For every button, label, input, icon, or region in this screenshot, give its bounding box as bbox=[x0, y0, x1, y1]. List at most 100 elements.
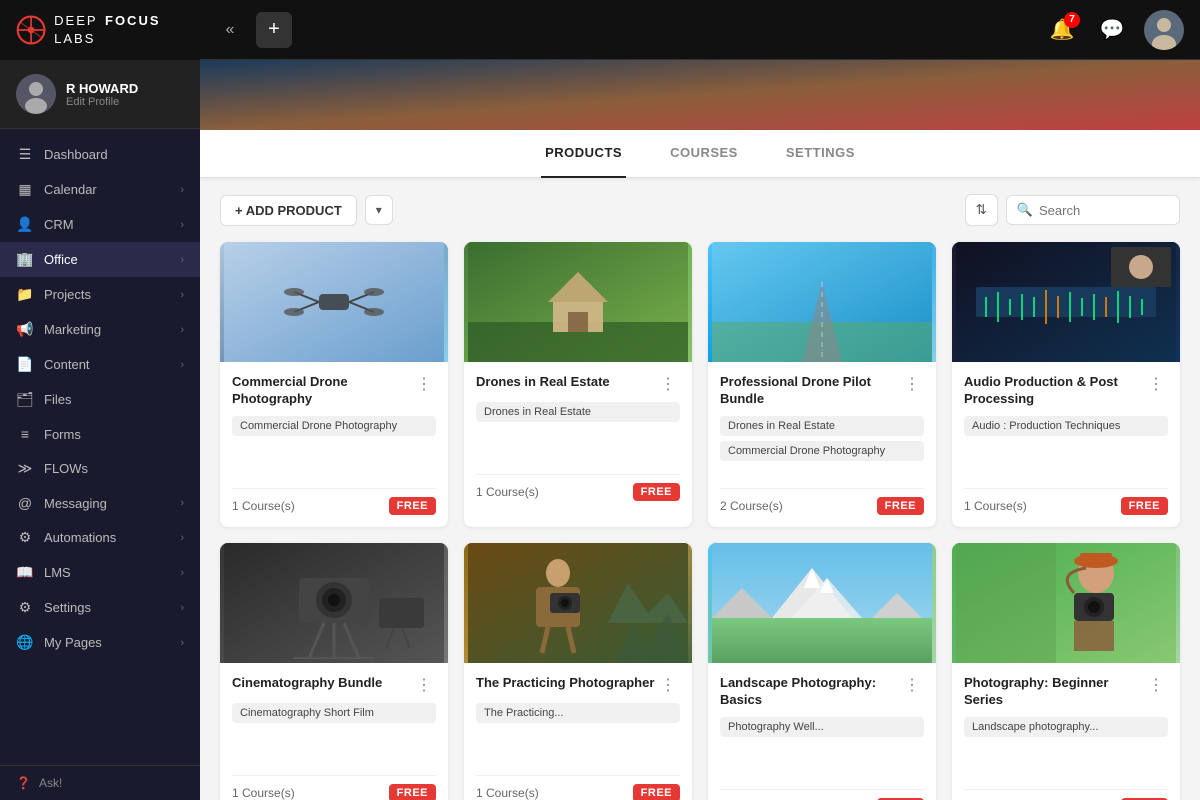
product-tag: The Practicing... bbox=[476, 703, 680, 723]
product-menu-button[interactable]: ⋮ bbox=[412, 675, 436, 695]
sort-button[interactable]: ⇅ bbox=[965, 194, 998, 226]
profile-edit-link[interactable]: Edit Profile bbox=[66, 96, 184, 108]
product-tag: Drones in Real Estate bbox=[476, 402, 680, 422]
product-tag: Landscape photography... bbox=[964, 717, 1168, 737]
my-pages-icon: 🌐 bbox=[16, 634, 34, 651]
sidebar-item-office[interactable]: 🏢 Office › bbox=[0, 242, 200, 277]
sidebar-item-label-files: Files bbox=[44, 392, 71, 407]
tab-settings[interactable]: SETTINGS bbox=[782, 130, 859, 178]
filter-dropdown-button[interactable]: ▾ bbox=[365, 195, 393, 225]
sidebar-item-files[interactable]: 🗂 Files bbox=[0, 382, 200, 417]
sidebar-item-label-settings: Settings bbox=[44, 600, 91, 615]
product-footer: 1 Course(s) FREE bbox=[720, 789, 924, 800]
sidebar-item-content[interactable]: 📄 Content › bbox=[0, 347, 200, 382]
dashboard-icon: ☰ bbox=[16, 146, 34, 163]
product-footer: 1 Course(s) FREE bbox=[476, 474, 680, 501]
sidebar-item-label-lms: LMS bbox=[44, 565, 71, 580]
tab-products[interactable]: PRODUCTS bbox=[541, 130, 626, 178]
add-product-label: + ADD PRODUCT bbox=[235, 203, 342, 218]
notification-badge: 7 bbox=[1064, 12, 1080, 28]
sidebar-item-projects[interactable]: 📁 Projects › bbox=[0, 277, 200, 312]
profile-name: R HOWARD bbox=[66, 81, 184, 96]
quick-add-button[interactable]: + bbox=[256, 12, 292, 48]
chevron-icon: › bbox=[180, 254, 184, 266]
product-card-commercial-drone: Commercial Drone Photography ⋮ Commercia… bbox=[220, 242, 448, 527]
product-card-audio-production: Audio Production & Post Processing ⋮ Aud… bbox=[952, 242, 1180, 527]
product-footer: 1 Course(s) FREE bbox=[232, 775, 436, 800]
product-menu-button[interactable]: ⋮ bbox=[1144, 374, 1168, 394]
sidebar-item-crm[interactable]: 👤 CRM › bbox=[0, 207, 200, 242]
sidebar-item-label-projects: Projects bbox=[44, 287, 91, 302]
logo-prefix: DEEP bbox=[54, 13, 97, 28]
product-tag: Drones in Real Estate bbox=[720, 416, 924, 436]
sidebar-item-settings[interactable]: ⚙ Settings › bbox=[0, 590, 200, 625]
product-footer: 1 Course(s) FREE bbox=[232, 488, 436, 515]
chevron-down-icon: ▾ bbox=[376, 203, 382, 217]
product-menu-button[interactable]: ⋮ bbox=[656, 374, 680, 394]
notifications-button[interactable]: 🔔 7 bbox=[1044, 12, 1080, 48]
user-avatar-topbar[interactable] bbox=[1144, 10, 1184, 50]
ask-button[interactable]: ❓ Ask! bbox=[0, 765, 200, 800]
sidebar-item-forms[interactable]: ≡ Forms bbox=[0, 417, 200, 451]
sidebar-item-dashboard[interactable]: ☰ Dashboard bbox=[0, 137, 200, 172]
product-menu-button[interactable]: ⋮ bbox=[412, 374, 436, 394]
product-title: Audio Production & Post Processing bbox=[964, 374, 1144, 408]
logo-brand: FOCUS bbox=[105, 13, 161, 28]
collapse-sidebar-button[interactable]: « bbox=[216, 16, 244, 44]
sidebar-item-label-crm: CRM bbox=[44, 217, 74, 232]
sidebar: DEEP FOCUS LABS R HOWARD Edit Profile ☰ … bbox=[0, 0, 200, 800]
files-icon: 🗂 bbox=[16, 391, 34, 408]
courses-count: 1 Course(s) bbox=[964, 499, 1027, 513]
product-tags: Commercial Drone Photography bbox=[232, 416, 436, 476]
courses-count: 2 Course(s) bbox=[720, 499, 783, 513]
content-icon: 📄 bbox=[16, 356, 34, 373]
topbar-right: 🔔 7 💬 bbox=[1044, 10, 1184, 50]
sidebar-item-label-forms: Forms bbox=[44, 427, 81, 442]
ask-label: Ask! bbox=[39, 776, 62, 790]
chevron-icon: › bbox=[180, 532, 184, 544]
product-title: Drones in Real Estate bbox=[476, 374, 656, 391]
product-card-body: Professional Drone Pilot Bundle ⋮ Drones… bbox=[708, 362, 936, 527]
search-icon: 🔍 bbox=[1017, 202, 1033, 218]
product-image-landscape-photography bbox=[708, 543, 936, 663]
chevron-icon: › bbox=[180, 219, 184, 231]
product-tags: Photography Well... bbox=[720, 717, 924, 777]
product-card-landscape-photography: Landscape Photography: Basics ⋮ Photogra… bbox=[708, 543, 936, 800]
courses-count: 1 Course(s) bbox=[476, 786, 539, 800]
add-product-button[interactable]: + ADD PRODUCT bbox=[220, 195, 357, 226]
sidebar-item-my-pages[interactable]: 🌐 My Pages › bbox=[0, 625, 200, 660]
crm-icon: 👤 bbox=[16, 216, 34, 233]
product-menu-button[interactable]: ⋮ bbox=[900, 374, 924, 394]
topbar-left: « + bbox=[216, 12, 292, 48]
sidebar-item-lms[interactable]: 📖 LMS › bbox=[0, 555, 200, 590]
product-card-practicing-photographer: The Practicing Photographer ⋮ The Practi… bbox=[464, 543, 692, 800]
products-toolbar: + ADD PRODUCT ▾ ⇅ 🔍 bbox=[220, 194, 1180, 226]
price-badge: FREE bbox=[877, 497, 924, 515]
product-card-body: Audio Production & Post Processing ⋮ Aud… bbox=[952, 362, 1180, 527]
toolbar-left: + ADD PRODUCT ▾ bbox=[220, 195, 393, 226]
product-tag: Photography Well... bbox=[720, 717, 924, 737]
courses-count: 1 Course(s) bbox=[232, 786, 295, 800]
messaging-icon: @ bbox=[16, 495, 34, 511]
product-tags: The Practicing... bbox=[476, 703, 680, 763]
product-menu-button[interactable]: ⋮ bbox=[1144, 675, 1168, 695]
product-image-audio-production bbox=[952, 242, 1180, 362]
price-badge: FREE bbox=[389, 784, 436, 800]
profile-section[interactable]: R HOWARD Edit Profile bbox=[0, 60, 200, 129]
sidebar-item-calendar[interactable]: ▦ Calendar › bbox=[0, 172, 200, 207]
products-grid: Commercial Drone Photography ⋮ Commercia… bbox=[220, 242, 1180, 800]
product-menu-button[interactable]: ⋮ bbox=[900, 675, 924, 695]
chevron-icon: › bbox=[180, 324, 184, 336]
tab-courses[interactable]: COURSES bbox=[666, 130, 742, 178]
product-image-professional-drone bbox=[708, 242, 936, 362]
ask-icon: ❓ bbox=[16, 776, 31, 790]
product-menu-button[interactable]: ⋮ bbox=[656, 675, 680, 695]
sidebar-item-automations[interactable]: ⚙ Automations › bbox=[0, 520, 200, 555]
price-badge: FREE bbox=[389, 497, 436, 515]
sidebar-item-messaging[interactable]: @ Messaging › bbox=[0, 486, 200, 520]
search-input[interactable] bbox=[1039, 203, 1169, 218]
sidebar-item-flows[interactable]: ≫ FLOWs bbox=[0, 451, 200, 486]
sidebar-item-label-flows: FLOWs bbox=[44, 461, 88, 476]
sidebar-item-marketing[interactable]: 📢 Marketing › bbox=[0, 312, 200, 347]
messages-button[interactable]: 💬 bbox=[1094, 12, 1130, 48]
